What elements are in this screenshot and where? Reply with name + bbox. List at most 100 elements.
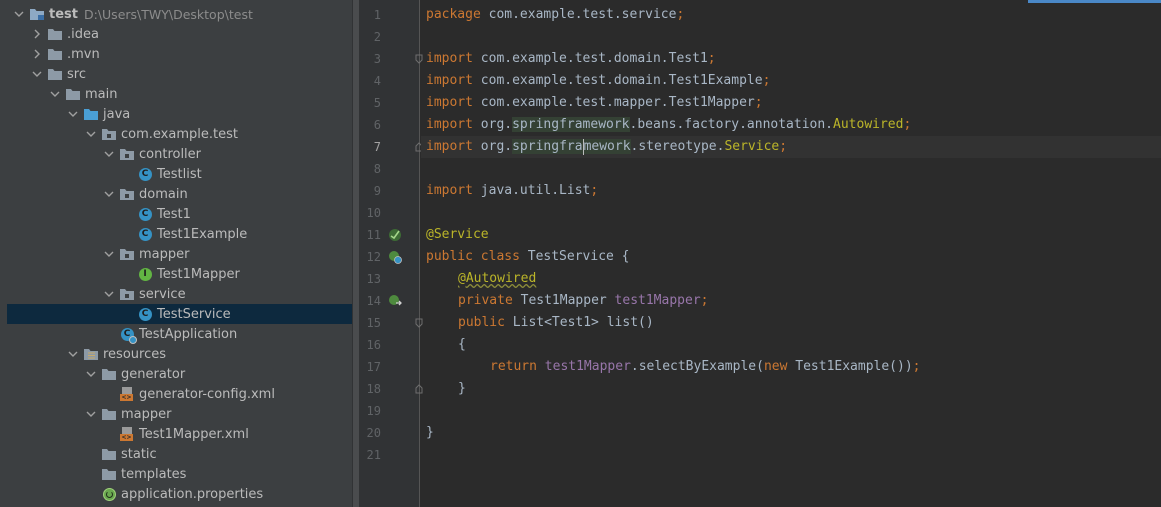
gutter-line: 8 [360, 158, 420, 180]
package-icon [119, 286, 135, 302]
chevron-down-icon[interactable] [103, 148, 115, 160]
code-token: import [426, 183, 473, 198]
tree-item-main[interactable]: main [7, 84, 352, 104]
gutter-line: 16 [360, 334, 420, 356]
spring-bean-gutter-icon[interactable] [388, 228, 402, 242]
code-line[interactable]: import com.example.test.mapper.Test1Mapp… [421, 92, 1161, 114]
code-line[interactable]: } [421, 378, 1161, 400]
tree-item-service[interactable]: service [7, 284, 352, 304]
code-line[interactable]: return test1Mapper.selectByExample(new T… [421, 356, 1161, 378]
project-name: test [49, 6, 78, 22]
package-icon [101, 126, 117, 142]
xml-file-icon: <> [119, 426, 135, 442]
code-line[interactable]: import com.example.test.domain.Test1Exam… [421, 70, 1161, 92]
interface-icon: I [137, 266, 153, 282]
tree-item-controller[interactable]: controller [7, 144, 352, 164]
chevron-down-icon[interactable] [103, 248, 115, 260]
tree-label: TestApplication [139, 326, 238, 342]
code-text-area[interactable]: package com.example.test.service; import… [421, 0, 1161, 507]
package-icon [119, 186, 135, 202]
folder-icon [101, 446, 117, 462]
code-token: TestService { [519, 249, 630, 264]
chevron-down-icon[interactable] [67, 348, 79, 360]
code-line[interactable]: private Test1Mapper test1Mapper; [421, 290, 1161, 312]
chevron-down-icon[interactable] [85, 128, 97, 140]
code-token: import [426, 95, 473, 110]
tree-item-test1mapper-xml[interactable]: <> Test1Mapper.xml [7, 424, 352, 444]
tree-item-testlist[interactable]: C Testlist [7, 164, 352, 184]
code-line[interactable]: @Autowired [421, 268, 1161, 290]
code-line[interactable]: public List<Test1> list() [421, 312, 1161, 334]
chevron-down-icon[interactable] [85, 408, 97, 420]
tree-item-templates[interactable]: templates [7, 464, 352, 484]
spring-bean-gutter-icon[interactable] [388, 250, 402, 264]
tree-item-test1mapper[interactable]: I Test1Mapper [7, 264, 352, 284]
code-line[interactable]: import org.springframework.beans.factory… [421, 114, 1161, 136]
tree-item-mapper-package[interactable]: mapper [7, 244, 352, 264]
line-number: 5 [373, 96, 381, 110]
scrollbar-thumb[interactable] [353, 0, 359, 507]
code-line[interactable]: public class TestService { [421, 246, 1161, 268]
editor-gutter[interactable]: 1 2 3 4 5 6 7 8 9 10 11 12 13 14 15 16 1… [360, 0, 423, 507]
tree-root-test[interactable]: test D:\Users\TWY\Desktop\test [7, 4, 352, 24]
code-line[interactable]: import com.example.test.domain.Test1; [421, 48, 1161, 70]
tree-item-generator[interactable]: generator [7, 364, 352, 384]
code-token: test1Mapper [544, 359, 631, 374]
chevron-down-icon[interactable] [67, 108, 79, 120]
code-token: ; [779, 139, 788, 154]
panel-scrollbar[interactable] [352, 0, 360, 507]
tree-item-package-root[interactable]: com.example.test [7, 124, 352, 144]
class-icon: C [137, 306, 153, 322]
tree-item-domain[interactable]: domain [7, 184, 352, 204]
code-token: { [458, 337, 466, 352]
tree-item-mapper-resource[interactable]: mapper [7, 404, 352, 424]
source-folder-icon [83, 106, 99, 122]
code-token: ; [754, 95, 763, 110]
tree-item-java[interactable]: java [7, 104, 352, 124]
tree-item-idea[interactable]: .idea [7, 24, 352, 44]
gutter-line: 14 [360, 290, 420, 312]
chevron-down-icon[interactable] [103, 188, 115, 200]
gutter-line: 15 [360, 312, 423, 334]
chevron-down-icon[interactable] [13, 8, 25, 20]
code-token: } [426, 425, 434, 440]
folder-icon [47, 46, 63, 62]
code-line[interactable]: } [421, 422, 1161, 444]
tree-item-test1example[interactable]: C Test1Example [7, 224, 352, 244]
autowired-navigate-icon[interactable] [388, 294, 402, 308]
code-token: import [426, 51, 473, 66]
code-line[interactable]: @Service [421, 224, 1161, 246]
tree-label: src [67, 66, 86, 82]
tree-item-testservice[interactable]: C TestService [7, 304, 352, 324]
tree-item-src[interactable]: src [7, 64, 352, 84]
tree-item-testapplication[interactable]: C TestApplication [7, 324, 352, 344]
code-token: .beans.factory.annotation. [629, 117, 834, 132]
tree-item-mvn[interactable]: .mvn [7, 44, 352, 64]
tree-item-resources[interactable]: resources [7, 344, 352, 364]
tree-label: controller [139, 146, 202, 162]
chevron-down-icon[interactable] [31, 68, 43, 80]
code-line-current[interactable]: import org.springframework.stereotype.Se… [421, 136, 1161, 158]
tree-item-generator-config[interactable]: <> generator-config.xml [7, 384, 352, 404]
xml-file-icon: <> [119, 386, 135, 402]
code-token: springframework [512, 117, 630, 132]
gutter-line: 20 [360, 422, 420, 444]
chevron-down-icon[interactable] [103, 288, 115, 300]
code-token: ; [762, 73, 771, 88]
code-editor[interactable]: 1 2 3 4 5 6 7 8 9 10 11 12 13 14 15 16 1… [360, 0, 1161, 507]
chevron-right-icon[interactable] [31, 48, 43, 60]
code-line[interactable]: { [421, 334, 1161, 356]
code-line[interactable]: package com.example.test.service; [421, 4, 1161, 26]
tree-item-application-properties[interactable]: application.properties [7, 484, 352, 504]
package-icon [119, 246, 135, 262]
code-line[interactable]: import java.util.List; [421, 180, 1161, 202]
tree-item-static[interactable]: static [7, 444, 352, 464]
chevron-down-icon[interactable] [85, 368, 97, 380]
line-number: 15 [366, 316, 381, 330]
code-token: com.example.test.service [480, 7, 677, 22]
gutter-line: 4 [360, 70, 420, 92]
line-number: 14 [366, 294, 381, 308]
tree-item-test1[interactable]: C Test1 [7, 204, 352, 224]
chevron-right-icon[interactable] [31, 28, 43, 40]
chevron-down-icon[interactable] [49, 88, 61, 100]
